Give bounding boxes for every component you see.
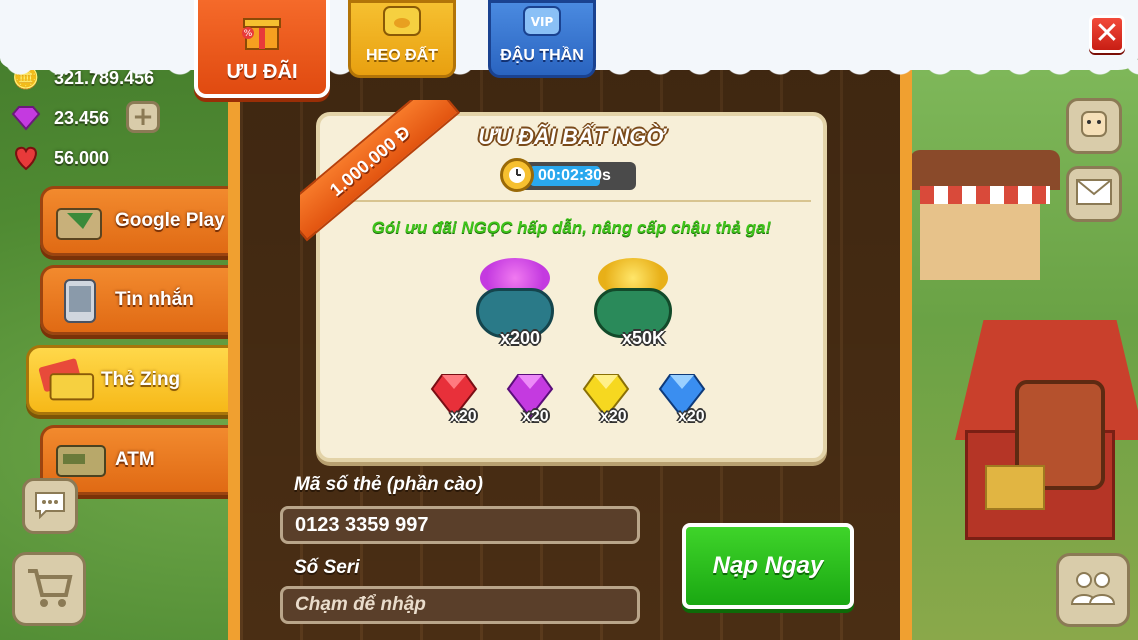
price-ribbon: 1.000.000 Đ xyxy=(300,100,460,242)
gem-value: 23.456 xyxy=(54,107,110,128)
atm-card-icon xyxy=(51,436,111,484)
tab-label: Google Play xyxy=(115,210,225,231)
tab-sms[interactable]: Tin nhắn xyxy=(40,265,230,335)
svg-text:%: % xyxy=(244,29,253,39)
card-number-input[interactable]: 0123 3359 997 xyxy=(280,506,640,544)
serial-label: Số Seri xyxy=(294,557,360,578)
price-ribbon-wrap: 1.000.000 Đ xyxy=(300,100,460,250)
market-hut xyxy=(910,150,1060,280)
timer-text: 00:02:30s xyxy=(538,167,611,184)
shop-cart-button[interactable] xyxy=(12,552,86,626)
zing-card-icon xyxy=(37,356,97,404)
sms-phone-icon xyxy=(51,276,111,324)
piggy-bank-icon xyxy=(380,3,424,43)
tab-label: ƯU ĐÃI xyxy=(226,61,298,83)
gem-icon xyxy=(8,103,44,133)
heart-value: 56.000 xyxy=(54,147,110,168)
face-icon xyxy=(1077,107,1111,145)
shopping-cart-icon xyxy=(24,565,74,613)
gift-percent-icon: % xyxy=(238,11,286,55)
chat-bubble-icon xyxy=(32,489,68,523)
mail-button[interactable] xyxy=(1066,166,1122,222)
hay-bale xyxy=(985,465,1045,510)
google-play-card-icon xyxy=(51,197,111,245)
yellow-gem-qty: x20 xyxy=(600,408,627,425)
tab-label: Tin nhắn xyxy=(115,289,194,310)
tab-heo-dat[interactable]: HEO ĐẤT xyxy=(348,0,456,78)
friend-button[interactable] xyxy=(1066,98,1122,154)
purple-gem-qty: x20 xyxy=(522,408,549,425)
svg-text:VIP: VIP xyxy=(531,15,554,29)
countdown-timer: 00:02:30s xyxy=(500,158,636,192)
stopwatch-icon xyxy=(500,158,534,192)
heart-counter: 56.000 xyxy=(8,143,109,173)
mail-envelope-icon xyxy=(1075,178,1113,210)
tab-label: ATM xyxy=(115,449,155,470)
tab-zing-card[interactable]: Thẻ Zing xyxy=(26,345,230,415)
tab-label: ĐẬU THẦN xyxy=(500,47,584,64)
close-icon: ✕ xyxy=(1094,16,1120,51)
tab-google-play[interactable]: Google Play xyxy=(40,186,230,256)
tab-label: Thẻ Zing xyxy=(101,369,181,390)
tab-dau-than[interactable]: VIP ĐẬU THẦN xyxy=(488,0,596,78)
gem-counter: 23.456 xyxy=(8,103,109,133)
red-gem-qty: x20 xyxy=(450,408,477,425)
gem-pot-qty: x200 xyxy=(500,328,541,348)
tab-uu-dai[interactable]: % ƯU ĐÃI xyxy=(194,0,330,98)
community-button[interactable] xyxy=(1056,553,1130,627)
serial-input[interactable]: Chạm để nhập xyxy=(280,586,640,624)
submit-button[interactable]: Nạp Ngay xyxy=(682,523,854,609)
heart-icon xyxy=(8,143,44,173)
close-button[interactable]: ✕ xyxy=(1089,15,1125,53)
vip-bean-icon: VIP xyxy=(520,3,564,43)
add-gems-button[interactable]: + xyxy=(126,101,160,133)
blue-gem-qty: x20 xyxy=(678,408,705,425)
gold-pot-qty: x50K xyxy=(622,328,666,348)
tab-label: HEO ĐẤT xyxy=(366,47,438,64)
card-number-label: Mã số thẻ (phần cào) xyxy=(294,474,483,495)
chat-button[interactable] xyxy=(22,478,78,534)
people-group-icon xyxy=(1068,568,1118,612)
